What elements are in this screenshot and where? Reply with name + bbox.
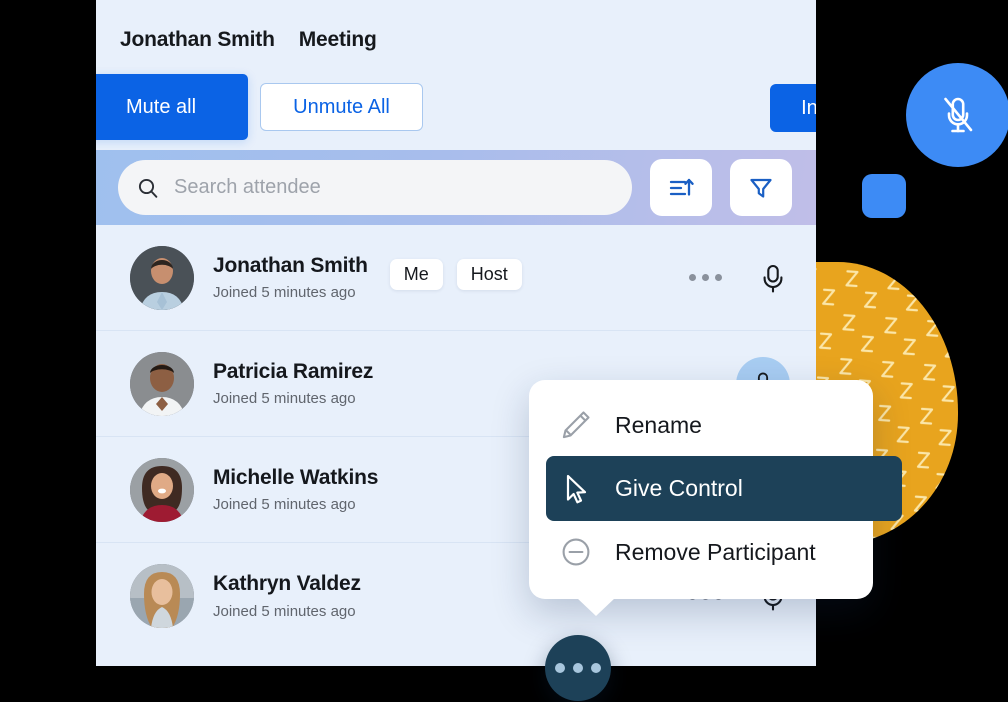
header-button-row: Mute all Unmute All Invite <box>96 74 816 140</box>
menu-item-give-control[interactable]: Give Control <box>546 456 902 521</box>
participant-joined: Joined 5 minutes ago <box>213 496 356 514</box>
participant-context-menu: Rename Give Control Remove Participant <box>529 380 902 616</box>
more-horizontal-icon <box>573 663 583 673</box>
minus-circle-icon <box>559 535 601 569</box>
sort-ascending-icon <box>669 178 694 196</box>
avatar <box>130 564 194 628</box>
participant-joined: Joined 5 minutes ago <box>213 390 356 408</box>
more-horizontal-icon <box>591 663 601 673</box>
filter-button[interactable] <box>730 159 792 216</box>
menu-pointer-tail <box>577 598 615 616</box>
table-row[interactable]: Jonathan Smith Joined 5 minutes ago Me H… <box>96 225 816 331</box>
avatar <box>130 351 194 416</box>
more-options-fab[interactable] <box>545 635 611 701</box>
mute-all-button[interactable]: Mute all <box>96 74 248 140</box>
participant-name: Michelle Watkins <box>213 465 379 489</box>
row-more-button[interactable] <box>689 274 722 281</box>
filter-funnel-icon <box>750 178 772 198</box>
search-icon <box>138 178 158 198</box>
participant-info: Patricia Ramirez Joined 5 minutes ago <box>213 360 373 407</box>
mic-muted-icon <box>944 97 973 133</box>
unmute-all-button[interactable]: Unmute All <box>260 83 423 131</box>
avatar <box>130 245 194 310</box>
menu-item-label: Rename <box>615 411 702 438</box>
status-badge: Me <box>389 259 443 290</box>
participant-name: Patricia Ramirez <box>213 359 374 383</box>
participant-info: Kathryn Valdez Joined 5 minutes ago <box>213 572 361 619</box>
badge-group: Me Host <box>389 259 522 290</box>
menu-item-remove-participant[interactable]: Remove Participant <box>529 521 873 583</box>
participant-name: Jonathan Smith <box>213 253 368 277</box>
screenshot-stage: Jonathan Smith Meeting Mute all Unmute A… <box>0 0 1008 702</box>
menu-item-label: Remove Participant <box>615 538 816 565</box>
participant-info: Jonathan Smith Joined 5 minutes ago <box>213 254 368 301</box>
search-box[interactable] <box>118 160 632 215</box>
menu-item-label: Give Control <box>615 475 743 501</box>
menu-item-rename[interactable]: Rename <box>529 394 873 456</box>
participant-name: Kathryn Valdez <box>213 572 361 596</box>
more-horizontal-icon <box>555 663 565 673</box>
header-user-name: Jonathan Smith <box>120 28 275 51</box>
header-meeting-label: Meeting <box>298 28 377 51</box>
mic-toggle-button[interactable] <box>756 261 790 295</box>
invite-button[interactable]: Invite <box>770 84 816 132</box>
status-badge: Host <box>456 259 522 290</box>
sort-button[interactable] <box>650 159 712 216</box>
panel-header: Jonathan Smith Meeting Mute all Unmute A… <box>96 0 816 150</box>
row-actions <box>689 261 790 295</box>
cursor-arrow-icon <box>559 472 601 506</box>
participant-joined: Joined 5 minutes ago <box>213 602 356 620</box>
search-toolbar <box>96 150 816 225</box>
participant-joined: Joined 5 minutes ago <box>213 284 356 302</box>
muted-mic-badge <box>906 63 1008 167</box>
search-input[interactable] <box>172 175 606 200</box>
pencil-icon <box>559 408 601 442</box>
avatar <box>130 457 194 522</box>
mic-outline-icon <box>763 264 783 293</box>
blue-square-decoration <box>862 174 906 218</box>
participant-info: Michelle Watkins Joined 5 minutes ago <box>213 466 378 513</box>
title-row: Jonathan Smith Meeting <box>120 28 377 52</box>
